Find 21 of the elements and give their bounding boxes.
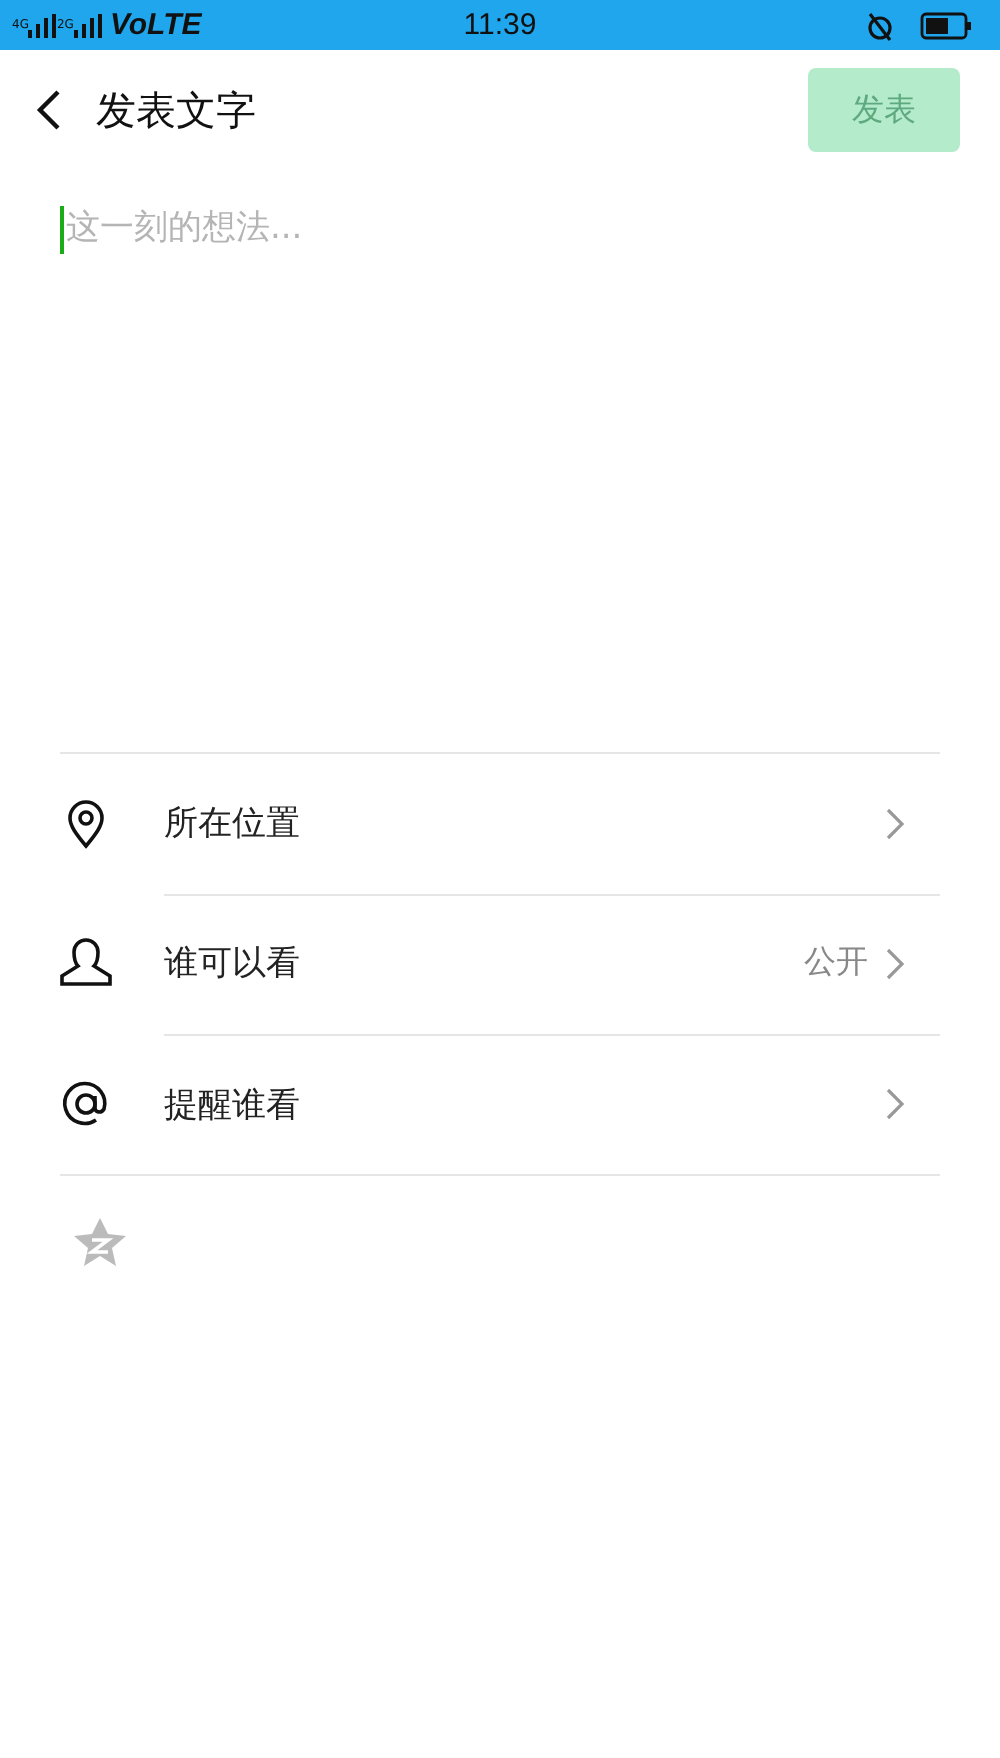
option-row[interactable]: 谁可以看 公开 — [60, 894, 940, 1034]
option-label: 所在位置 — [164, 802, 302, 846]
clock-time: 11:39 — [463, 8, 537, 42]
chevron-right-icon — [884, 1088, 904, 1120]
page-title: 发表文字 — [96, 83, 258, 137]
chevron-right-icon — [884, 947, 904, 979]
person-icon — [60, 938, 112, 990]
at-sign-icon — [60, 1078, 112, 1130]
chevron-right-icon — [884, 807, 904, 839]
option-row[interactable]: 提醒谁看 — [60, 1034, 940, 1174]
option-value: 公开 — [804, 942, 868, 984]
signal-icon — [73, 13, 102, 37]
alarm-off-icon — [864, 9, 896, 41]
network-label: VoLTE — [109, 8, 202, 42]
star-icon[interactable] — [72, 1216, 128, 1268]
signal-icon — [28, 13, 57, 37]
option-label: 谁可以看 — [164, 942, 302, 986]
option-label: 提醒谁看 — [164, 1083, 302, 1127]
back-icon[interactable] — [32, 88, 64, 132]
option-row[interactable]: 所在位置 — [60, 754, 940, 894]
battery-icon — [920, 11, 972, 39]
